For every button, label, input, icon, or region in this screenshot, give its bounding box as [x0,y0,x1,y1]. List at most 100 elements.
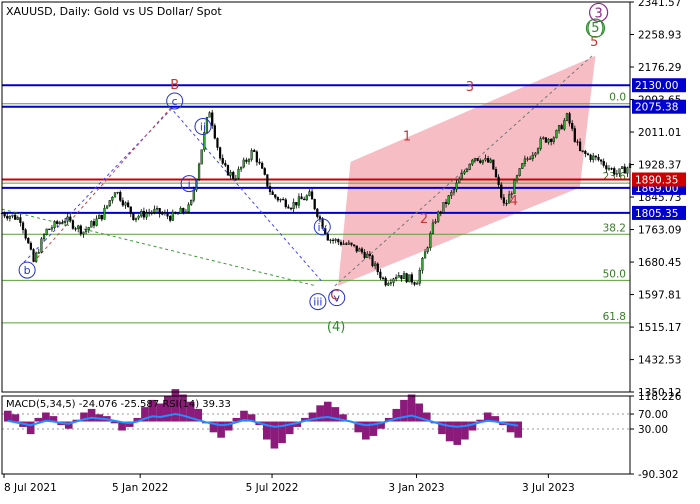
candle-body [140,210,143,217]
chart-root: 0.0 23.6 38.2 50.0 61.8 1 2 3 4 5 B C (4) (5) c ii i iv ii… [0,0,700,500]
candle-body [271,191,274,195]
candle-body [95,218,98,226]
candle-body [211,112,214,126]
circled-wave-label: c [172,95,178,108]
candle-body [137,215,140,219]
candle-body [363,251,366,258]
candle-body [14,214,17,220]
candle-body [431,222,435,234]
candle-body [103,207,106,220]
candle-body [573,128,576,142]
candle-body [6,215,9,219]
circled-wave-label: i [188,178,191,191]
candle-body [45,228,48,235]
candle-body [289,208,293,210]
candle-body [342,243,345,245]
candle-body [379,271,382,279]
candle-body [531,154,534,159]
candle-body [502,197,505,204]
macd-histogram-bar [34,417,43,422]
candle-body [274,194,277,198]
candle-body [276,197,280,201]
candle-body [268,186,272,193]
fib-level-label: 38.2 [603,222,626,234]
candle-body [179,208,182,214]
candle-body [347,242,350,245]
level-price-label: 1890.35 [635,174,678,186]
macd-histogram-bar [26,421,35,435]
level-price-label: 1805.35 [635,208,678,220]
candle-body [155,208,159,210]
candle-body [11,214,14,217]
candle-body [247,159,251,162]
candle-body [245,159,248,162]
candle-body [166,212,169,217]
candle-body [529,158,532,160]
candle-body [476,158,479,161]
candle-body [368,253,371,256]
candle-body [176,213,180,215]
candle-body [597,156,600,161]
candle-body [124,202,127,206]
macd-histogram-bar [87,408,96,422]
candle-body [366,253,369,258]
candle-body [552,137,555,142]
candle-body [455,182,458,190]
candle-body [613,168,616,175]
candle-body [218,147,222,159]
candle-body [208,112,211,118]
time-tick-label: 8 Jul 2021 [4,482,57,494]
candle-body [605,165,608,170]
candle-body [423,251,427,259]
candle-body [37,252,40,254]
fib-level-label: 0.0 [609,92,626,104]
candle-body [544,137,548,143]
candle-body [542,137,545,139]
candle-body [258,161,261,164]
candle-body [615,173,618,175]
candle-body [108,200,111,206]
candle-body [565,113,569,121]
candle-body [481,159,484,163]
candle-body [129,206,132,214]
fib-level-label: 50.0 [603,268,626,280]
candle-body [237,168,240,179]
time-tick-label: 3 Jul 2023 [522,482,575,494]
candle-body [329,239,332,241]
indicator-tick-label: 118.226 [638,391,682,403]
candle-body [389,282,393,284]
candle-body [557,125,561,131]
chart-svg: 0.023.638.250.061.812345BC(4)(5)ciiiivii… [0,0,700,500]
candle-body [326,233,329,241]
candle-body [27,238,30,244]
candle-body [132,213,135,221]
candle-body [334,239,337,241]
candle-body [473,158,477,161]
candle-body [602,161,605,166]
candle-body [584,150,587,154]
candle-body [111,197,114,201]
macd-histogram-bar [11,414,20,422]
candle-body [77,225,80,229]
candle-body [255,151,258,163]
candle-body [56,221,59,224]
candle-body [190,199,193,205]
candle-body [145,212,148,218]
candle-body [119,191,122,201]
candle-body [200,149,203,165]
candle-body [534,152,537,156]
price-tick-label: 1432.53 [638,355,681,367]
macd-histogram-bar [461,421,469,440]
candle-body [468,163,471,170]
candle-body [42,234,46,240]
candle-body [513,179,516,194]
candle-body [497,176,500,185]
price-tick-label: 1928.37 [638,160,681,172]
candle-body [352,244,356,247]
candle-body [127,202,130,207]
candle-body [437,211,440,222]
candle-body [242,159,245,168]
candle-body [486,158,490,163]
candle-body [163,212,167,214]
candle-body [295,202,298,206]
